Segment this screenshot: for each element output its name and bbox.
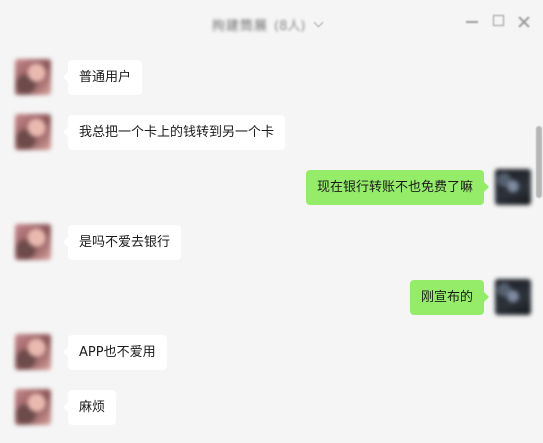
avatar[interactable] (15, 389, 51, 425)
maximize-icon[interactable] (493, 15, 504, 26)
close-icon[interactable] (517, 15, 531, 29)
avatar[interactable] (15, 114, 51, 150)
message-bubble[interactable]: 现在银行转账不也免费了嘛 (305, 170, 490, 205)
member-count: (8人) (274, 18, 306, 34)
avatar[interactable] (15, 334, 51, 370)
message-bubble[interactable]: 麻烦 (62, 390, 117, 425)
message-bubble[interactable]: 我总把一个卡上的钱转到另一个卡 (62, 115, 286, 150)
avatar[interactable] (15, 59, 51, 95)
avatar[interactable] (15, 224, 51, 260)
message-bubble[interactable]: 是吗不爱去银行 (62, 225, 182, 260)
avatar[interactable] (495, 279, 531, 315)
chevron-down-icon[interactable] (313, 17, 324, 27)
scrollbar[interactable] (536, 126, 542, 198)
message-bubble[interactable]: 刚宣布的 (409, 280, 490, 315)
chat-title[interactable]: 拘建筒展 (8人) (212, 14, 324, 34)
minimize-icon[interactable] (466, 21, 478, 23)
message-bubble[interactable]: APP也不爱用 (63, 335, 167, 370)
chat-title-text: 拘建筒展 (212, 18, 269, 34)
message-bubble[interactable]: 普通用户 (62, 60, 143, 95)
title-bar: 拘建筒展 (8人) (0, 0, 543, 48)
avatar[interactable] (495, 169, 531, 205)
